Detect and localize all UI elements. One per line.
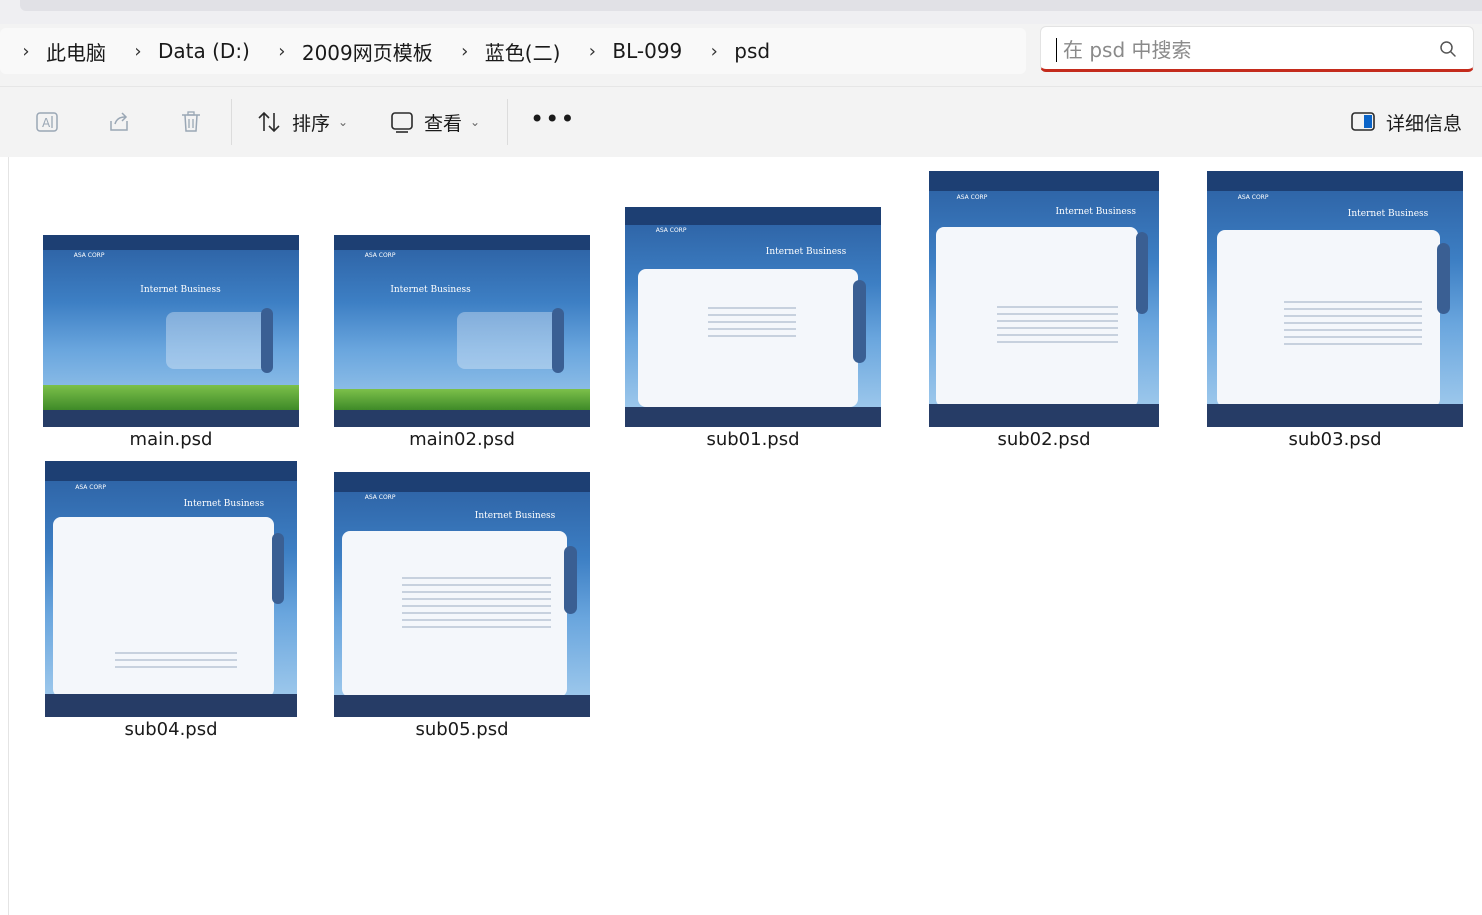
breadcrumb-item-blue-2[interactable]: 蓝色(二): [485, 37, 561, 66]
file-name: sub04.psd: [124, 719, 218, 740]
thumbnail-headline: Internet Business: [474, 511, 556, 522]
toolbar-divider: [231, 99, 232, 145]
thumbnail-headline: Internet Business: [1055, 206, 1136, 217]
chevron-right-icon[interactable]: ›: [132, 41, 144, 62]
svg-text:A: A: [42, 116, 51, 130]
file-thumbnail: ASA CORP Internet Business: [45, 461, 297, 717]
file-thumbnail: ASA CORP Internet Business: [334, 235, 590, 427]
file-name: main02.psd: [409, 429, 515, 450]
pane-divider: [8, 157, 9, 915]
sort-icon: [258, 111, 280, 133]
file-name: sub02.psd: [997, 429, 1091, 450]
rename-icon[interactable]: A: [34, 109, 60, 135]
chevron-right-icon[interactable]: ›: [586, 41, 598, 62]
thumbnail-logo: ASA CORP: [1237, 194, 1269, 202]
tab-edge: [20, 0, 1482, 11]
more-options-button[interactable]: •••: [530, 105, 575, 133]
window-top-strip: [0, 0, 1482, 24]
thumbnail-headline: Internet Business: [765, 246, 847, 257]
sort-label: 排序: [292, 112, 331, 135]
chevron-down-icon: ⌄: [470, 115, 481, 129]
thumbnail-logo: ASA CORP: [364, 252, 396, 260]
breadcrumb-item-psd[interactable]: psd: [734, 39, 770, 63]
file-thumbnail: ASA CORP Internet Business: [929, 171, 1159, 427]
thumbnail-logo: ASA CORP: [73, 252, 105, 260]
thumbnail-headline: Internet Business: [1347, 209, 1429, 220]
view-label: 查看: [424, 112, 463, 135]
text-caret: [1056, 38, 1057, 62]
delete-icon[interactable]: [178, 109, 204, 135]
thumbnail-headline: Internet Business: [183, 499, 265, 510]
file-name: main.psd: [129, 429, 213, 450]
thumbnail-logo: ASA CORP: [364, 494, 396, 502]
breadcrumb-item-2009-templates[interactable]: 2009网页模板: [302, 37, 433, 66]
thumbnail-logo: ASA CORP: [956, 194, 988, 202]
file-name: sub03.psd: [1288, 429, 1382, 450]
chevron-right-icon[interactable]: ›: [276, 41, 288, 62]
details-label: 详细信息: [1386, 112, 1463, 135]
toolbar-divider: [507, 99, 508, 145]
share-icon[interactable]: [106, 109, 132, 135]
breadcrumb-item-bl-099[interactable]: BL-099: [612, 39, 682, 63]
details-pane-button[interactable]: 详细信息: [1350, 105, 1462, 139]
thumbnail-logo: ASA CORP: [655, 226, 687, 234]
search-box[interactable]: [1040, 26, 1474, 72]
address-row: › 此电脑 › Data (D:) › 2009网页模板 › 蓝色(二) › B…: [0, 24, 1482, 86]
file-thumbnail: ASA CORP Internet Business: [334, 472, 590, 717]
search-icon[interactable]: [1439, 40, 1457, 58]
breadcrumb-item-data-drive[interactable]: Data (D:): [158, 39, 250, 63]
file-name: sub05.psd: [415, 719, 509, 740]
details-pane-icon: [1351, 112, 1375, 131]
file-thumbnail: ASA CORP Internet Business: [625, 207, 881, 427]
chevron-down-icon: ⌄: [338, 115, 349, 129]
command-bar: A 排序 ⌄ 查看 ⌄ ••• 详细信息: [0, 86, 1482, 158]
thumbnail-headline: Internet Business: [390, 284, 471, 295]
breadcrumb-item-this-pc[interactable]: 此电脑: [46, 37, 106, 66]
breadcrumb[interactable]: › 此电脑 › Data (D:) › 2009网页模板 › 蓝色(二) › B…: [0, 28, 1026, 74]
view-button[interactable]: 查看 ⌄: [390, 105, 480, 139]
file-thumbnail: ASA CORP Internet Business: [1207, 171, 1463, 427]
sort-button[interactable]: 排序 ⌄: [256, 105, 348, 139]
view-icon: [391, 112, 413, 133]
thumbnail-headline: Internet Business: [140, 284, 221, 295]
file-grid: ASA CORP Internet Business main.psd ASA …: [0, 157, 1482, 915]
file-name: sub01.psd: [706, 429, 800, 450]
file-thumbnail: ASA CORP Internet Business: [43, 235, 299, 427]
thumbnail-logo: ASA CORP: [75, 484, 106, 492]
search-input[interactable]: [1061, 35, 1425, 65]
chevron-right-icon[interactable]: ›: [708, 41, 720, 62]
chevron-right-icon[interactable]: ›: [459, 41, 471, 62]
chevron-right-icon[interactable]: ›: [20, 41, 32, 62]
